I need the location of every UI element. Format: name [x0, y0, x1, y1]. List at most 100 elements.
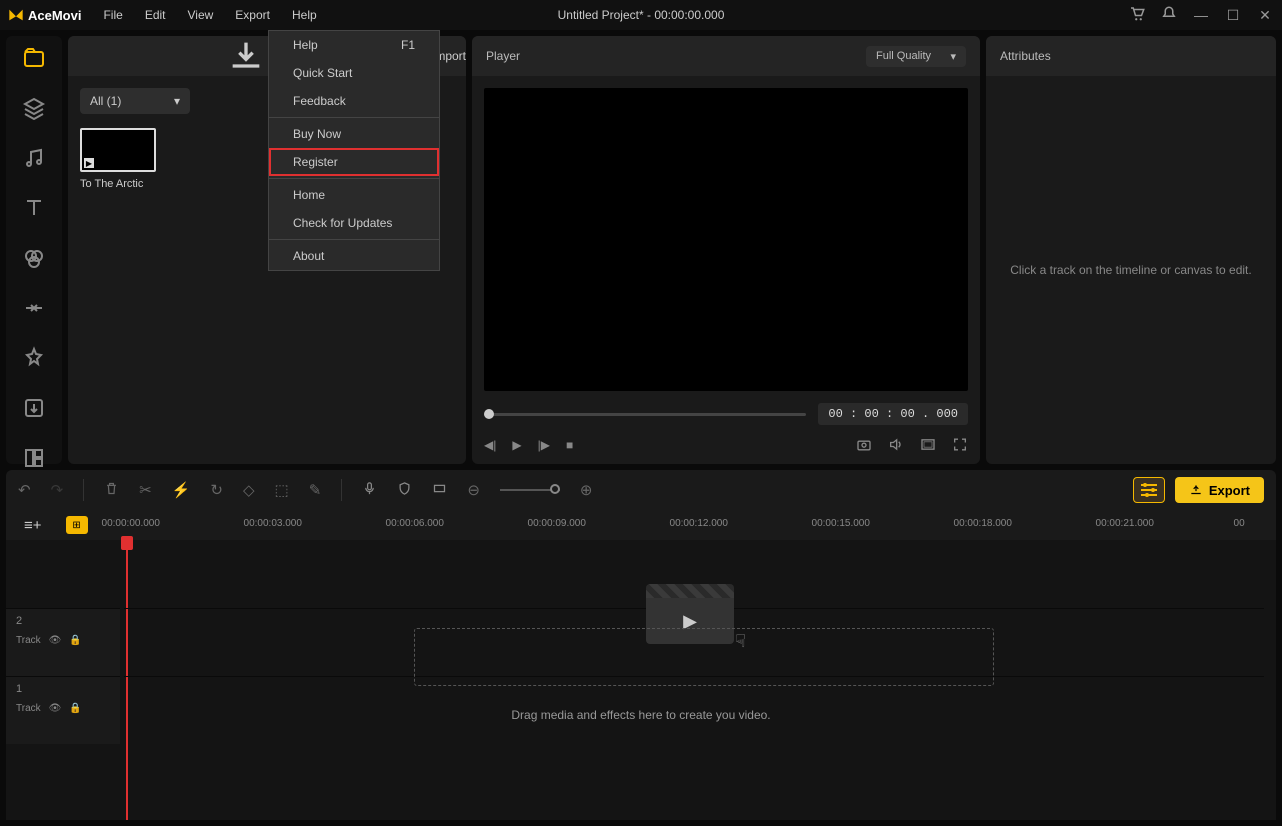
fullscreen-icon[interactable] [952, 435, 968, 454]
redo-icon[interactable]: ↷ [51, 481, 64, 499]
aspect-icon[interactable] [432, 481, 447, 500]
tick: 00 [1234, 518, 1245, 529]
sidebar-effects-icon[interactable] [22, 346, 46, 370]
timeline-toolbar: ↶ ↷ ✂ ⚡ ↻ ◇ ⬚ ✎ ⊖ ⊕ Export [6, 470, 1276, 510]
undo-icon[interactable]: ↶ [18, 481, 31, 499]
help-menu-register[interactable]: Register [269, 148, 439, 176]
timeline-dropzone[interactable] [414, 628, 994, 686]
menu-export[interactable]: Export [225, 4, 280, 26]
export-icon [1189, 482, 1203, 498]
time-ruler[interactable]: 00:00:00.000 00:00:03.000 00:00:06.000 0… [98, 510, 1276, 540]
media-filter-dropdown[interactable]: All (1) ▾ [80, 88, 190, 114]
menu-view[interactable]: View [178, 4, 224, 26]
menu-separator [269, 178, 439, 179]
track-header-2: 2 Track 👁 🔒 [6, 608, 120, 676]
menubar: File Edit View Export Help [93, 4, 326, 26]
export-button[interactable]: Export [1175, 477, 1264, 503]
help-menu-home[interactable]: Home [269, 181, 439, 209]
help-menu-about[interactable]: About [269, 242, 439, 270]
auto-fit-icon[interactable]: ⊞ [66, 516, 88, 534]
timeline-area: ↶ ↷ ✂ ⚡ ↻ ◇ ⬚ ✎ ⊖ ⊕ Export ≡+ ⊞ 00:00:00… [0, 470, 1282, 826]
stop-icon[interactable]: ■ [566, 438, 573, 452]
clip-name: To The Arctic [80, 178, 156, 190]
volume-icon[interactable] [888, 435, 904, 454]
sidebar-layers-icon[interactable] [22, 96, 46, 120]
attributes-panel: Attributes Click a track on the timeline… [986, 36, 1276, 464]
prev-frame-icon[interactable]: ◀| [484, 438, 496, 452]
quality-dropdown[interactable]: Full Quality ▾ [866, 46, 966, 67]
help-menu-buynow[interactable]: Buy Now [269, 120, 439, 148]
shield-icon[interactable] [397, 481, 412, 500]
titlebar: AceMovi File Edit View Export Help Untit… [0, 0, 1282, 30]
track-add-icon[interactable]: ≡+ [24, 517, 42, 534]
sidebar-text-icon[interactable] [22, 196, 46, 220]
minimize-icon[interactable]: — [1192, 7, 1210, 23]
edit-icon[interactable]: ✎ [309, 481, 322, 499]
help-menu-quickstart[interactable]: Quick Start [269, 59, 439, 87]
logo-icon [8, 7, 24, 23]
sidebar-export-icon[interactable] [22, 396, 46, 420]
tracks-area: 2 Track 👁 🔒 1 Track 👁 🔒 ▶ ☟ Drag media a… [6, 540, 1276, 820]
help-menu-feedback[interactable]: Feedback [269, 87, 439, 115]
track-number: 2 [16, 615, 110, 627]
chevron-down-icon: ▾ [950, 50, 956, 63]
zoom-out-icon[interactable]: ⊖ [467, 481, 480, 499]
sidebar-audio-icon[interactable] [22, 146, 46, 170]
sidebar-media-icon[interactable] [22, 46, 46, 70]
tick: 00:00:12.000 [670, 518, 728, 529]
tick: 00:00:06.000 [386, 518, 444, 529]
quality-label: Full Quality [876, 50, 931, 62]
seek-slider[interactable] [484, 413, 806, 416]
video-preview[interactable] [484, 88, 968, 391]
sidebar-layout-icon[interactable] [22, 446, 46, 470]
cut-icon[interactable]: ✂ [139, 481, 152, 499]
crop-icon[interactable]: ⬚ [275, 481, 289, 499]
help-menu-help[interactable]: HelpF1 [269, 31, 439, 59]
bell-icon[interactable] [1160, 5, 1178, 26]
app-name: AceMovi [28, 8, 81, 23]
play-icon[interactable]: ▶ [512, 438, 521, 452]
cart-icon[interactable] [1128, 5, 1146, 26]
menu-edit[interactable]: Edit [135, 4, 176, 26]
track-number: 1 [16, 683, 110, 695]
snapshot-icon[interactable] [856, 435, 872, 454]
play-icon: ▶ [84, 158, 94, 168]
ruler: ≡+ ⊞ 00:00:00.000 00:00:03.000 00:00:06.… [6, 510, 1276, 540]
drop-hint-text: Drag media and effects here to create yo… [6, 708, 1276, 722]
tick: 00:00:09.000 [528, 518, 586, 529]
player-time: 00 : 00 : 00 . 000 [818, 403, 968, 425]
mic-icon[interactable] [362, 481, 377, 500]
speed-icon[interactable]: ⚡ [172, 481, 191, 499]
player-panel: Player Full Quality ▾ 00 : 00 : 00 . 000… [472, 36, 980, 464]
player-title: Player [486, 49, 520, 63]
menu-help[interactable]: Help [282, 4, 327, 26]
adjust-icon[interactable] [1133, 477, 1165, 503]
media-filter-label: All (1) [90, 94, 121, 108]
lock-icon[interactable]: 🔒 [69, 635, 81, 646]
tag-icon[interactable]: ◇ [243, 481, 255, 499]
titlebar-right: — ☐ ✕ [1128, 5, 1274, 26]
help-menu-updates[interactable]: Check for Updates [269, 209, 439, 237]
next-frame-icon[interactable]: |▶ [538, 438, 550, 452]
track-label: Track [16, 635, 41, 646]
visibility-icon[interactable]: 👁 [49, 635, 62, 646]
export-label: Export [1209, 483, 1250, 498]
sidebar-filters-icon[interactable] [22, 246, 46, 270]
tick: 00:00:03.000 [244, 518, 302, 529]
safe-zone-icon[interactable] [920, 435, 936, 454]
chevron-down-icon: ▾ [174, 94, 180, 108]
menu-file[interactable]: File [93, 4, 132, 26]
media-clip[interactable]: ▶ To The Arctic [80, 128, 156, 190]
rotate-icon[interactable]: ↻ [210, 481, 223, 499]
sidebar-transitions-icon[interactable] [22, 296, 46, 320]
left-sidebar [6, 36, 62, 464]
attributes-title: Attributes [1000, 49, 1051, 63]
tick: 00:00:00.000 [102, 518, 160, 529]
clip-thumbnail: ▶ [80, 128, 156, 172]
delete-icon[interactable] [104, 481, 119, 500]
help-dropdown: HelpF1 Quick Start Feedback Buy Now Regi… [268, 30, 440, 271]
close-icon[interactable]: ✕ [1256, 7, 1274, 24]
zoom-in-icon[interactable]: ⊕ [580, 481, 593, 499]
zoom-slider[interactable] [500, 489, 560, 491]
maximize-icon[interactable]: ☐ [1224, 7, 1242, 24]
